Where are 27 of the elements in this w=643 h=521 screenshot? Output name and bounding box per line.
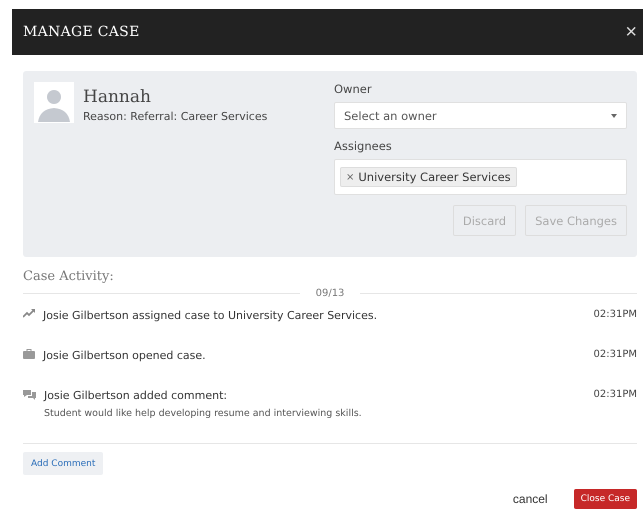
modal-title: MANAGE CASE	[23, 24, 140, 40]
owner-select[interactable]: Select an owner	[334, 102, 627, 129]
activity-time: 02:31PM	[594, 389, 637, 400]
student-name: Hannah	[83, 87, 152, 107]
remove-tag-button[interactable]: ×	[346, 172, 354, 182]
comment-icon	[23, 389, 36, 401]
caret-icon	[611, 114, 617, 118]
close-case-button[interactable]: Close Case	[574, 489, 637, 509]
activity-heading: Case Activity:	[23, 269, 115, 284]
comment-text: Student would like help developing resume and interviewing skills.	[44, 408, 363, 419]
activity-text: Josie Gilbertson assigned case to University Career Services.	[43, 309, 378, 322]
avatar-icon	[34, 82, 74, 123]
trend-icon	[23, 309, 35, 318]
tag-label: University Career Services	[358, 170, 511, 184]
briefcase-icon	[23, 349, 35, 359]
activity-date: 09/13	[316, 288, 344, 299]
close-button[interactable]: ×	[625, 20, 643, 44]
cancel-link[interactable]: cancel	[506, 491, 554, 507]
assignees-label: Assignees	[334, 139, 393, 153]
activity-time: 02:31PM	[594, 309, 637, 320]
assignees-field[interactable]: × University Career Services	[334, 159, 627, 195]
add-comment-button[interactable]: Add Comment	[23, 452, 104, 475]
activity-text: Josie Gilbertson opened case.	[43, 349, 207, 362]
activity-text: Josie Gilbertson added comment:	[44, 389, 228, 402]
activity-time: 02:31PM	[594, 349, 637, 360]
referral-reason: Reason: Referral: Career Services	[83, 110, 268, 123]
owner-label: Owner	[334, 82, 373, 96]
